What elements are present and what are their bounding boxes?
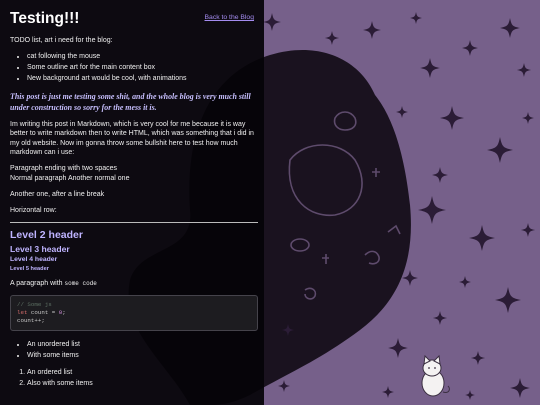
- code-keyword: let: [17, 309, 28, 317]
- two-spaces-paragraph: Paragraph ending with two spaces Normal …: [10, 164, 258, 183]
- level-3-header: Level 3 header: [10, 243, 70, 254]
- code-line: let count = 0;: [17, 309, 251, 317]
- back-to-blog-link[interactable]: Back to the Blog: [205, 13, 255, 23]
- code-line: count++;: [17, 317, 45, 325]
- level-4-header: Level 4 header: [10, 255, 58, 263]
- content-box: Testing!!! Back to the Blog TODO list, a…: [0, 0, 264, 405]
- level-2-header: Level 2 header: [10, 228, 83, 241]
- paragraph-line: Normal paragraph Another normal one: [10, 174, 130, 182]
- disclaimer-text: This post is just me testing some shit, …: [10, 91, 251, 112]
- list-item: New background art would be cool, with a…: [27, 74, 258, 84]
- unordered-list: An unordered list With some items: [10, 340, 258, 361]
- list-item: An ordered list: [27, 368, 258, 378]
- paragraph-text: A paragraph with: [10, 280, 63, 288]
- list-item: An unordered list: [27, 340, 258, 350]
- todo-list: cat following the mouse Some outline art…: [10, 52, 258, 84]
- horizontal-row-label: Horizontal row:: [10, 206, 57, 214]
- intro-text: TODO list, art i need for the blog:: [10, 37, 113, 44]
- code-block: // Some js let count = 0; count++;: [10, 295, 258, 332]
- level-5-header: Level 5 header: [10, 266, 49, 273]
- list-item: Some outline art for the main content bo…: [27, 63, 258, 73]
- code-text: ;: [62, 309, 66, 317]
- header: Testing!!! Back to the Blog: [10, 10, 258, 36]
- line-break-paragraph: Another one, after a line break: [10, 190, 105, 198]
- markdown-paragraph: Im writing this post in Markdown, which …: [10, 120, 254, 157]
- code-comment: // Some js: [17, 301, 52, 309]
- horizontal-rule: [10, 221, 258, 223]
- paragraph-line: Paragraph ending with two spaces: [10, 165, 118, 173]
- code-text: count =: [27, 309, 59, 317]
- ordered-list: An ordered list Also with some items: [10, 368, 258, 389]
- list-item: cat following the mouse: [27, 52, 258, 62]
- cat-icon: [421, 354, 450, 397]
- code-paragraph: A paragraph with some code: [10, 279, 258, 289]
- list-item: With some items: [27, 351, 258, 361]
- inline-code: some code: [64, 280, 97, 288]
- list-item: Also with some items: [27, 379, 258, 389]
